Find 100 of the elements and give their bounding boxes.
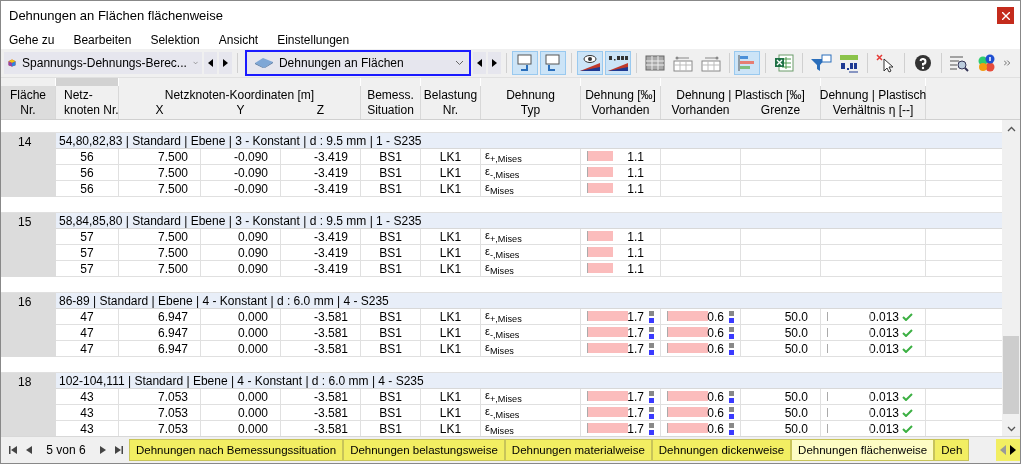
table-cell: -3.581 [313, 325, 348, 340]
table-cell: LK1 [439, 421, 462, 436]
table-cell: -0.090 [233, 165, 268, 180]
table-cell: BS1 [379, 229, 402, 244]
table-cell: 7.500 [157, 165, 188, 180]
triangle-left-icon [26, 446, 32, 454]
table-cell: BS1 [379, 389, 402, 404]
column-header: Grenze [759, 102, 802, 118]
group-description: 54,80,82,83 | Standard | Ebene | 3 - Konstant | d : 9.5 mm | 1 - S235 [59, 133, 422, 148]
sheet-tab[interactable]: Dehnungen flächenweise [791, 439, 935, 461]
table-cell: LK1 [439, 405, 462, 420]
table-cell: 56 [80, 149, 94, 164]
column-header: Bemess. [367, 87, 414, 103]
column-header: Fläche [10, 87, 46, 103]
table-cell: 57 [80, 245, 94, 260]
table-cell: 1.7 [627, 309, 644, 324]
next-button[interactable] [219, 52, 233, 74]
table-cell: 1.1 [627, 165, 644, 180]
table-dropdown[interactable]: Dehnungen an Flächen [244, 50, 471, 76]
close-button[interactable] [997, 7, 1014, 24]
first-page-icon [9, 446, 17, 454]
table-cell: -3.581 [313, 405, 348, 420]
triangle-left-icon [208, 59, 214, 67]
menu-item[interactable]: Bearbeiten [73, 32, 132, 47]
table-cell: 1.7 [627, 421, 644, 436]
table-cell: 1.7 [627, 325, 644, 340]
vertical-scrollbar[interactable] [1002, 120, 1020, 436]
column-header: Vorhanden [591, 102, 650, 118]
table-cell: LK1 [439, 245, 462, 260]
table-cell: LK1 [439, 309, 462, 324]
table-cell: BS1 [379, 165, 402, 180]
group-description: 102-104,111 | Standard | Ebene | 4 - Konstant | d : 6.0 mm | 4 - S235 [59, 373, 424, 388]
table-cell: BS1 [379, 325, 402, 340]
table-cell: 1.1 [627, 245, 644, 260]
scrollbar-thumb[interactable] [1003, 336, 1019, 414]
triangle-right-icon [100, 446, 106, 454]
table-cell: 0.000 [237, 421, 268, 436]
close-icon [1001, 11, 1010, 20]
strain-type: ε$_{Mises}$ [485, 420, 514, 436]
table-cell: 0.090 [237, 261, 268, 276]
window-arrow-button[interactable] [539, 51, 566, 75]
surface-number: 14 [18, 135, 32, 149]
scroll-right-icon[interactable] [1010, 445, 1016, 455]
table-cell: -3.419 [313, 261, 348, 276]
surface-number: 15 [18, 215, 32, 229]
triangle-left-icon [477, 59, 482, 67]
table-cell: 43 [80, 405, 94, 420]
previous-button[interactable] [473, 52, 487, 74]
table-cell: 0.090 [237, 229, 268, 244]
table-cell: 43 [80, 421, 94, 436]
window-arrow-button[interactable] [511, 51, 538, 75]
menu-item[interactable]: Gehe zu [9, 32, 55, 47]
strain-type: ε$_{+,Mises}$ [485, 308, 522, 325]
sheet-tab[interactable]: Dehnungen materialweise [504, 439, 652, 461]
table-cell: -3.419 [313, 229, 348, 244]
strain-type: ε$_{Mises}$ [485, 340, 514, 357]
sheet-tab[interactable]: Deh [934, 439, 970, 461]
next-button[interactable] [488, 52, 502, 74]
table-cell: 50.0 [784, 325, 808, 340]
table-cell: -0.090 [233, 181, 268, 196]
strain-type: ε$_{-,Mises}$ [485, 164, 520, 181]
column-header: X [154, 102, 165, 118]
triangle-right-icon [492, 59, 498, 67]
table-cell: 6.947 [157, 341, 188, 356]
table-cell: 7.053 [157, 421, 188, 436]
overflow-icon[interactable] [1004, 59, 1011, 67]
table-cell: 47 [80, 341, 94, 356]
number-bar-button[interactable] [604, 51, 631, 75]
table-cell: 1.1 [627, 229, 644, 244]
column-header: Dehnung [506, 87, 555, 103]
table-cell: 0.6 [707, 309, 724, 324]
table-cell: 47 [80, 325, 94, 340]
table-cell: 7.500 [157, 181, 188, 196]
column-header: Netz- [64, 87, 93, 103]
menu-item[interactable]: Selektion [150, 32, 200, 47]
table-cell: BS1 [379, 341, 402, 356]
table-cell: BS1 [379, 149, 402, 164]
table-cell: LK1 [439, 261, 462, 276]
window-title: Dehnungen an Flächen flächenweise [9, 8, 224, 23]
module-dropdown[interactable]: Spannungs-Dehnungs-Berec... [4, 52, 202, 74]
sheet-tab[interactable]: Dehnungen dickenweise [651, 439, 792, 461]
table-cell: 0.6 [707, 389, 724, 404]
table-cell: 7.500 [157, 229, 188, 244]
previous-button[interactable] [204, 52, 218, 74]
table-cell: 0.000 [237, 309, 268, 324]
sheet-tab[interactable]: Dehnungen nach Bemessungssituation [129, 439, 344, 461]
menu-item[interactable]: Einstellungen [277, 32, 350, 47]
bar-chart-button[interactable] [734, 51, 761, 75]
sheet-tab[interactable]: Dehnungen belastungsweise [343, 439, 505, 461]
menu-item[interactable]: Ansicht [218, 32, 259, 47]
table-cell: 57 [80, 261, 94, 276]
table-cell: -3.581 [313, 389, 348, 404]
scroll-down-icon[interactable] [1006, 426, 1016, 432]
scroll-up-icon[interactable] [1006, 126, 1016, 132]
table-cell: 0.090 [237, 245, 268, 260]
table-cell: 50.0 [784, 405, 808, 420]
table-cell: 7.053 [157, 389, 188, 404]
eye-bar-button[interactable] [576, 51, 603, 75]
table-cell: LK1 [439, 229, 462, 244]
table-cell: BS1 [379, 421, 402, 436]
